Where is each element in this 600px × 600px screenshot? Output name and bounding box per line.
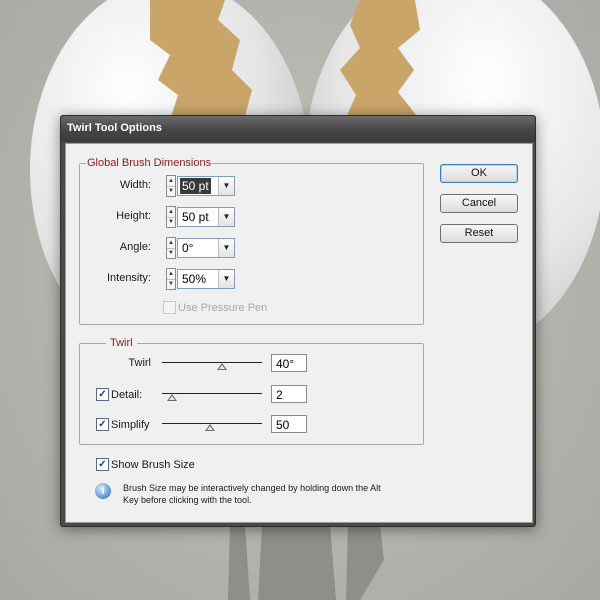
width-combo[interactable]: 50 pt ▼ xyxy=(177,176,235,196)
width-value[interactable]: 50 pt xyxy=(180,178,211,194)
twirl-group-legend: Twirl xyxy=(106,337,137,349)
simplify-slider-thumb[interactable] xyxy=(205,424,215,431)
dropdown-arrow-icon[interactable]: ▼ xyxy=(218,239,234,257)
height-spinner[interactable]: ▲ ▼ xyxy=(166,206,176,228)
twirl-slider-track[interactable] xyxy=(162,362,262,363)
ok-button[interactable]: OK xyxy=(440,164,518,183)
twirl-slider-thumb[interactable] xyxy=(217,363,227,370)
dialog-client-area: Global Brush Dimensions Width: ▲ ▼ 50 pt… xyxy=(65,143,533,523)
use-pressure-pen-checkbox[interactable] xyxy=(163,301,176,314)
height-combo[interactable]: 50 pt ▼ xyxy=(177,207,235,227)
info-icon: i xyxy=(95,483,111,499)
height-label: Height: xyxy=(116,210,151,222)
angle-label: Angle: xyxy=(119,241,151,253)
show-brush-size-checkbox[interactable]: ✓ xyxy=(96,458,109,471)
show-brush-size-label: Show Brush Size xyxy=(111,459,195,471)
use-pressure-pen-label: Use Pressure Pen xyxy=(178,302,268,314)
angle-value[interactable]: 0° xyxy=(180,240,195,256)
info-text-line-1: Brush Size may be interactively changed … xyxy=(123,483,381,493)
angle-spinner[interactable]: ▲ ▼ xyxy=(166,237,176,259)
intensity-label: Intensity: xyxy=(106,272,151,284)
check-icon: ✓ xyxy=(98,389,107,400)
height-value[interactable]: 50 pt xyxy=(180,209,211,225)
detail-checkbox[interactable]: ✓ xyxy=(96,388,109,401)
global-brush-dimensions-legend: Global Brush Dimensions xyxy=(86,157,213,169)
intensity-value[interactable]: 50% xyxy=(180,271,208,287)
drip-shapes xyxy=(228,525,384,600)
width-label: Width: xyxy=(119,179,151,191)
detail-value-field[interactable]: 2 xyxy=(271,385,307,403)
dialog-titlebar[interactable]: Twirl Tool Options xyxy=(61,116,535,142)
twirl-value-field[interactable]: 40° xyxy=(271,354,307,372)
cancel-button[interactable]: Cancel xyxy=(440,194,518,213)
simplify-label: Simplify xyxy=(111,419,150,431)
dropdown-arrow-icon[interactable]: ▼ xyxy=(218,177,234,195)
spin-down-icon[interactable]: ▼ xyxy=(167,248,175,258)
simplify-value-field[interactable]: 50 xyxy=(271,415,307,433)
twirl-label: Twirl xyxy=(128,357,151,369)
reset-button[interactable]: Reset xyxy=(440,224,518,243)
info-text: Brush Size may be interactively changed … xyxy=(123,482,381,506)
detail-slider-thumb[interactable] xyxy=(167,394,177,401)
spin-down-icon[interactable]: ▼ xyxy=(167,186,175,196)
width-spinner[interactable]: ▲ ▼ xyxy=(166,175,176,197)
detail-label: Detail: xyxy=(111,389,143,401)
check-icon: ✓ xyxy=(98,419,107,430)
twirl-tool-options-dialog: Twirl Tool Options Global Brush Dimensio… xyxy=(60,115,536,527)
spin-down-icon[interactable]: ▼ xyxy=(167,217,175,227)
simplify-checkbox[interactable]: ✓ xyxy=(96,418,109,431)
intensity-spinner[interactable]: ▲ ▼ xyxy=(166,268,176,290)
angle-combo[interactable]: 0° ▼ xyxy=(177,238,235,258)
spin-down-icon[interactable]: ▼ xyxy=(167,279,175,289)
dropdown-arrow-icon[interactable]: ▼ xyxy=(218,208,234,226)
detail-slider-track[interactable] xyxy=(162,393,262,394)
dropdown-arrow-icon[interactable]: ▼ xyxy=(218,270,234,288)
check-icon: ✓ xyxy=(98,459,107,470)
info-text-line-2: Key before clicking with the tool. xyxy=(123,495,252,505)
intensity-combo[interactable]: 50% ▼ xyxy=(177,269,235,289)
dialog-title: Twirl Tool Options xyxy=(67,122,162,134)
